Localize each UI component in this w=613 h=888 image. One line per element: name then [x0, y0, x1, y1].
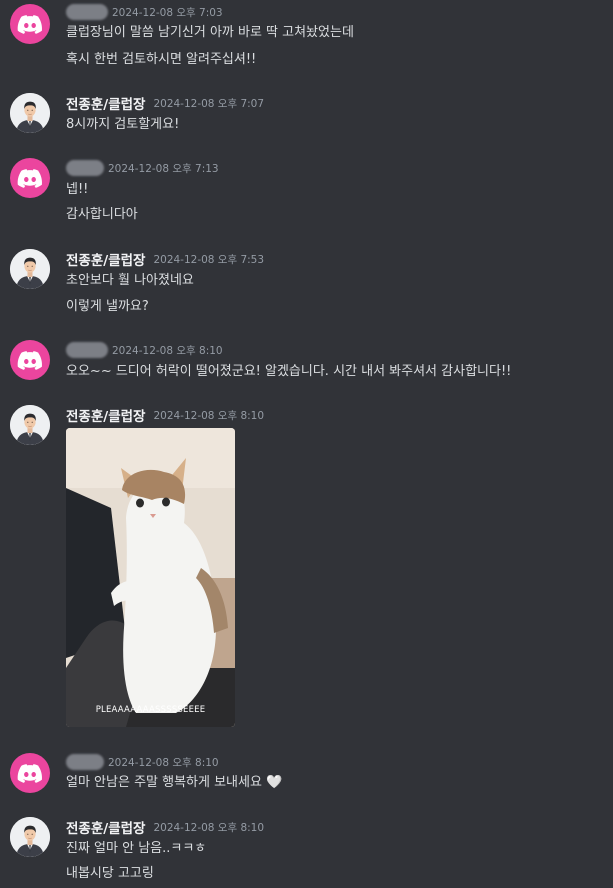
message-header: 전종훈/클럽장 2024-12-08 오후 7:53 [66, 249, 265, 269]
cat-gif-attachment[interactable]: PLEAAAAAAASSSSSEEEE [66, 428, 235, 727]
blurred-username[interactable] [66, 754, 104, 770]
timestamp: 2024-12-08 오후 7:03 [112, 6, 223, 19]
blurred-username[interactable] [66, 4, 108, 20]
timestamp: 2024-12-08 오후 7:13 [108, 162, 219, 175]
discord-logo-icon[interactable] [10, 753, 50, 793]
message-header: 전종훈/클럽장 2024-12-08 오후 8:10 [66, 405, 265, 425]
message-header: 2024-12-08 오후 7:03 [66, 3, 223, 21]
avatar[interactable] [10, 817, 50, 857]
message-header: 2024-12-08 오후 8:10 [66, 341, 223, 359]
message-header: 2024-12-08 오후 7:13 [66, 159, 219, 177]
message-text: 8시까지 검토할게요! [66, 117, 180, 132]
timestamp: 2024-12-08 오후 8:10 [153, 409, 265, 422]
username[interactable]: 전종훈/클럽장 [66, 249, 145, 269]
discord-logo-icon[interactable] [10, 158, 50, 198]
avatar[interactable] [10, 93, 50, 133]
message-header: 전종훈/클럽장 2024-12-08 오후 7:07 [66, 93, 265, 113]
blurred-username[interactable] [66, 160, 104, 176]
username[interactable]: 전종훈/클럽장 [66, 405, 145, 425]
username[interactable]: 전종훈/클럽장 [66, 93, 145, 113]
avatar[interactable] [10, 405, 50, 445]
message-text: 넵!! [66, 182, 89, 197]
avatar[interactable] [10, 249, 50, 289]
message-text: 얼마 안남은 주말 행복하게 보내세요 🤍 [66, 775, 283, 790]
message-header: 전종훈/클럽장 2024-12-08 오후 8:10 [66, 817, 265, 837]
message-text: 클럽장님이 말씀 남기신거 아까 바로 딱 고쳐놨었는데 [66, 25, 354, 40]
message-text: 감사합니다아 [66, 207, 138, 222]
message-text: 혹시 한번 검토하시면 알려주십셔!! [66, 52, 257, 67]
message-text: 초안보다 훨 나아졌네요 [66, 273, 194, 288]
discord-logo-icon[interactable] [10, 340, 50, 380]
message-text: 진짜 얼마 안 남음..ㅋㅋㅎ [66, 841, 207, 856]
timestamp: 2024-12-08 오후 7:07 [153, 97, 265, 110]
message-text: 오오~~ 드디어 허락이 떨어졌군요! 알겠습니다. 시간 내서 봐주셔서 감사… [66, 364, 512, 379]
cat-gif-image [66, 428, 235, 727]
message-text: 내봅시당 고고링 [66, 866, 154, 881]
discord-logo-icon[interactable] [10, 4, 50, 44]
message-header: 2024-12-08 오후 8:10 [66, 753, 219, 771]
message-text: 이렇게 낼까요? [66, 299, 149, 314]
timestamp: 2024-12-08 오후 7:53 [153, 253, 265, 266]
timestamp: 2024-12-08 오후 8:10 [112, 344, 223, 357]
timestamp: 2024-12-08 오후 8:10 [108, 756, 219, 769]
username[interactable]: 전종훈/클럽장 [66, 817, 145, 837]
gif-caption: PLEAAAAAAASSSSSEEEE [95, 705, 206, 715]
timestamp: 2024-12-08 오후 8:10 [153, 821, 265, 834]
blurred-username[interactable] [66, 342, 108, 358]
